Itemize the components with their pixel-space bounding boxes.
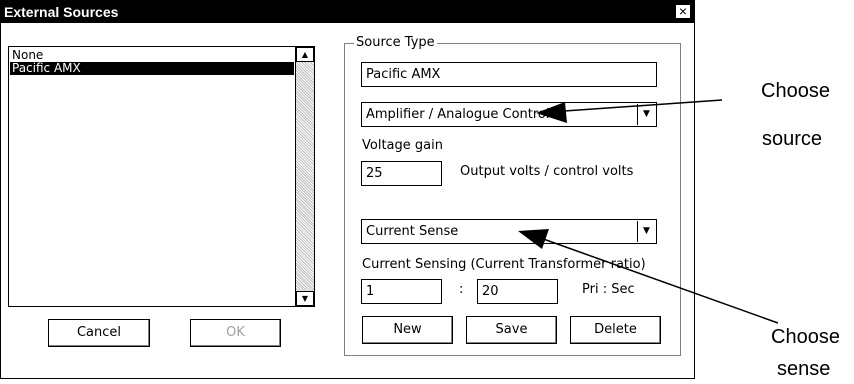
save-button[interactable]: Save — [466, 316, 557, 344]
voltage-units-label: Output volts / control volts — [460, 164, 634, 179]
source-name-field[interactable]: Pacific AMX — [361, 62, 657, 87]
scroll-down-icon: ▼ — [301, 294, 309, 303]
scroll-up-button[interactable]: ▲ — [296, 47, 314, 62]
list-item-pacific-amx[interactable]: Pacific AMX — [10, 62, 294, 75]
choose-sense-label-2: sense — [777, 358, 831, 380]
choose-sense-label-1: Choose — [771, 326, 840, 348]
close-icon: × — [678, 3, 688, 19]
ct-secondary-field[interactable]: 20 — [477, 279, 558, 304]
choose-source-label-1: Choose — [761, 80, 830, 102]
sense-type-value: Current Sense — [366, 224, 459, 239]
source-type-group — [344, 43, 681, 356]
current-sensing-label: Current Sensing (Current Transformer rat… — [362, 257, 646, 272]
source-type-label: Source Type — [354, 35, 437, 50]
new-button[interactable]: New — [362, 316, 453, 344]
dropdown-arrow-icon[interactable]: ▼ — [637, 104, 655, 125]
control-type-value: Amplifier / Analogue Control — [366, 107, 550, 122]
voltage-gain-field[interactable]: 25 — [361, 161, 442, 186]
control-type-select[interactable]: Amplifier / Analogue Control ▼ — [361, 102, 657, 127]
delete-button[interactable]: Delete — [570, 316, 661, 344]
ok-button[interactable]: OK — [190, 319, 281, 347]
title-bar: External Sources × — [1, 1, 694, 23]
dialog-title: External Sources — [4, 4, 119, 20]
list-scrollbar[interactable]: ▲ ▼ — [295, 47, 314, 306]
scroll-down-button[interactable]: ▼ — [296, 291, 314, 306]
voltage-gain-label: Voltage gain — [362, 138, 443, 153]
ct-units-label: Pri : Sec — [582, 282, 635, 297]
sense-type-select[interactable]: Current Sense ▼ — [361, 219, 657, 244]
dropdown-arrow-icon[interactable]: ▼ — [637, 221, 655, 242]
source-list[interactable]: None Pacific AMX ▲ ▼ — [8, 46, 315, 307]
ct-colon: : — [459, 282, 464, 297]
ct-primary-field[interactable]: 1 — [361, 279, 442, 304]
cancel-button[interactable]: Cancel — [48, 319, 150, 347]
choose-source-label-2: source — [762, 128, 823, 150]
close-button[interactable]: × — [675, 4, 691, 19]
scroll-up-icon: ▲ — [301, 50, 309, 59]
external-sources-dialog: External Sources × None Pacific AMX ▲ ▼ … — [0, 0, 695, 379]
